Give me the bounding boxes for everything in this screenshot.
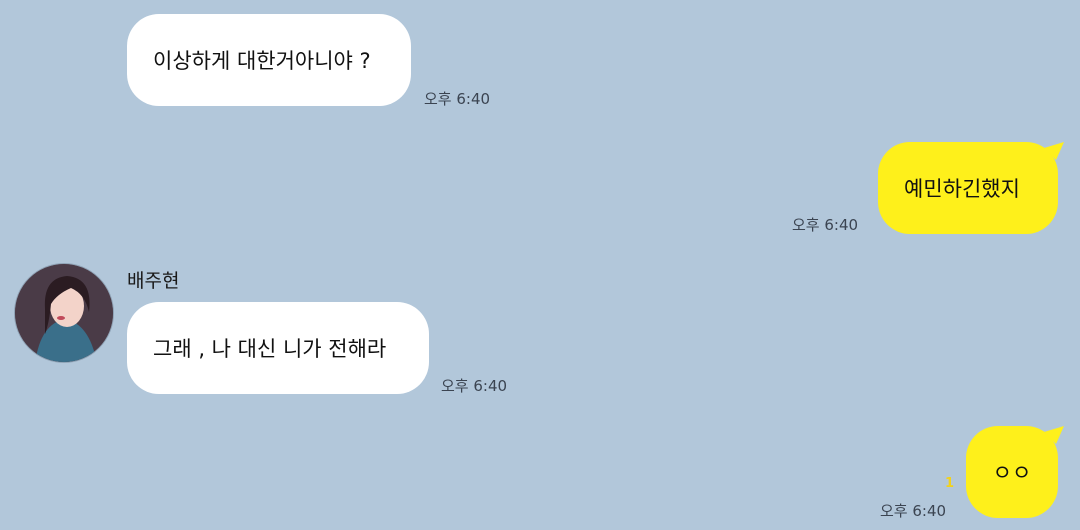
message-text: 예민하긴했지 (904, 177, 1020, 201)
chat-area: 이상하게 대한거아니야 ? 오후 6:40 예민하긴했지 오후 6:40 배주현… (0, 0, 1080, 530)
message-bubble-incoming[interactable]: 이상하게 대한거아니야 ? (127, 14, 411, 106)
message-bubble-incoming[interactable]: 그래 , 나 대신 니가 전해라 (127, 302, 429, 394)
message-text: 이상하게 대한거아니야 ? (153, 49, 371, 73)
message-bubble-outgoing[interactable]: 예민하긴했지 (878, 142, 1058, 234)
message-time: 오후 6:40 (792, 216, 859, 234)
message-text: 그래 , 나 대신 니가 전해라 (153, 337, 387, 361)
bubble-tail-icon (1044, 426, 1064, 444)
profile-photo-icon (15, 264, 113, 362)
avatar[interactable] (14, 263, 114, 363)
message-time: 오후 6:40 (424, 90, 491, 108)
message-text: ㅇㅇ (992, 461, 1032, 485)
sender-name: 배주현 (127, 270, 180, 292)
message-time: 오후 6:40 (441, 377, 508, 395)
unread-count-badge: 1 (945, 476, 955, 491)
message-time: 오후 6:40 (880, 502, 947, 520)
bubble-tail-icon (1044, 142, 1064, 160)
